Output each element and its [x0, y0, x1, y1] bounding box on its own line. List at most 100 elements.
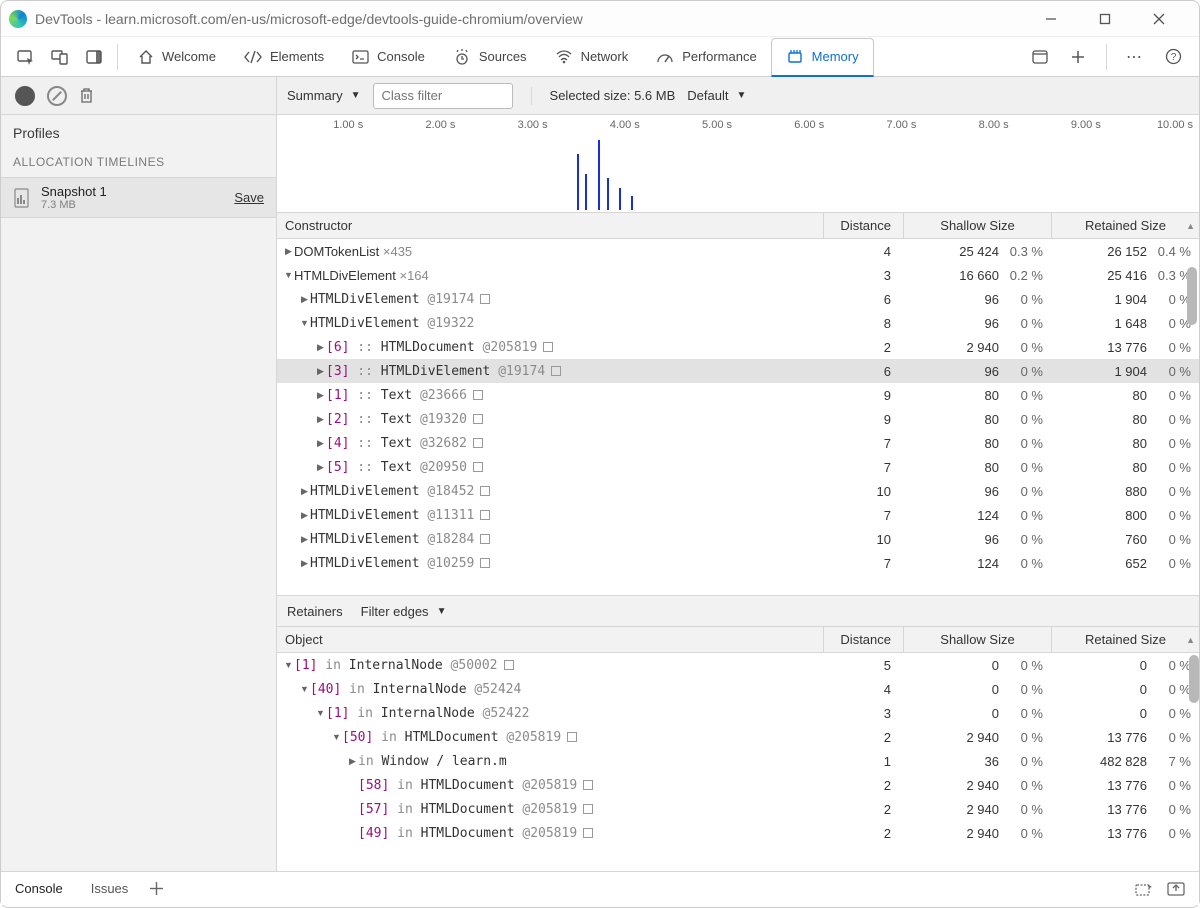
- pin-checkbox[interactable]: [583, 828, 593, 838]
- table-row[interactable]: [49] in HTMLDocument @20581922 9400 %13 …: [277, 821, 1199, 845]
- expand-toggle-icon[interactable]: ▶: [299, 294, 310, 305]
- delete-profile-button[interactable]: [79, 87, 94, 104]
- allocation-timeline[interactable]: 1.00 s2.00 s3.00 s4.00 s5.00 s6.00 s7.00…: [277, 115, 1199, 213]
- expand-toggle-icon[interactable]: ▶: [283, 246, 294, 257]
- pin-checkbox[interactable]: [543, 342, 553, 352]
- more-tabs-button[interactable]: [1062, 43, 1094, 71]
- table-row[interactable]: ▶HTMLDivElement @1828410960 %7600 %: [277, 527, 1199, 551]
- toggle-drawer-icon[interactable]: [1024, 43, 1056, 71]
- pin-checkbox[interactable]: [567, 732, 577, 742]
- filter-edges-dropdown[interactable]: Filter edges ▼: [361, 604, 447, 619]
- col-shallow-size[interactable]: Shallow Size: [903, 213, 1051, 238]
- pin-checkbox[interactable]: [551, 366, 561, 376]
- table-row[interactable]: ▶[1] :: Text @236669800 %800 %: [277, 383, 1199, 407]
- record-button[interactable]: [15, 86, 35, 106]
- tab-memory[interactable]: Memory: [771, 38, 874, 77]
- expand-toggle-icon[interactable]: ▼: [283, 270, 294, 280]
- expand-toggle-icon[interactable]: ▶: [315, 462, 326, 473]
- expand-drawer-icon[interactable]: [1167, 882, 1185, 896]
- pin-checkbox[interactable]: [473, 438, 483, 448]
- col-constructor[interactable]: Constructor: [277, 218, 823, 233]
- scrollbar-thumb[interactable]: [1189, 655, 1199, 703]
- table-row[interactable]: ▶HTMLDivElement @1131171240 %8000 %: [277, 503, 1199, 527]
- pin-checkbox[interactable]: [473, 414, 483, 424]
- col-retained-size[interactable]: Retained Size ▲: [1051, 627, 1199, 652]
- expand-toggle-icon[interactable]: ▶: [299, 534, 310, 545]
- pin-checkbox[interactable]: [473, 390, 483, 400]
- tab-console[interactable]: Console: [338, 37, 439, 76]
- col-distance[interactable]: Distance: [823, 213, 903, 238]
- snapshot-item[interactable]: Snapshot 1 7.3 MB Save: [1, 177, 276, 218]
- pin-checkbox[interactable]: [480, 558, 490, 568]
- table-row[interactable]: ▶[4] :: Text @326827800 %800 %: [277, 431, 1199, 455]
- pin-checkbox[interactable]: [583, 780, 593, 790]
- window-close-button[interactable]: [1153, 13, 1181, 25]
- table-row[interactable]: ▶HTMLDivElement @1025971240 %6520 %: [277, 551, 1199, 575]
- col-shallow-size[interactable]: Shallow Size: [903, 627, 1051, 652]
- expand-toggle-icon[interactable]: ▼: [283, 660, 294, 670]
- add-drawer-tab-button[interactable]: [142, 870, 170, 908]
- expand-toggle-icon[interactable]: ▶: [315, 366, 326, 377]
- table-row[interactable]: ▼[50] in HTMLDocument @20581922 9400 %13…: [277, 725, 1199, 749]
- table-row[interactable]: ▶[6] :: HTMLDocument @20581922 9400 %13 …: [277, 335, 1199, 359]
- class-filter-input[interactable]: [373, 83, 513, 109]
- drawer-tab-issues[interactable]: Issues: [77, 872, 143, 905]
- default-dropdown[interactable]: Default ▼: [687, 88, 746, 103]
- window-maximize-button[interactable]: [1099, 13, 1127, 25]
- expand-toggle-icon[interactable]: ▼: [315, 708, 326, 718]
- device-toolbar-icon[interactable]: [43, 38, 77, 76]
- settings-menu-icon[interactable]: ⋯: [1119, 43, 1151, 71]
- expand-toggle-icon[interactable]: ▶: [315, 438, 326, 449]
- scrollbar-thumb[interactable]: [1187, 267, 1197, 325]
- col-object[interactable]: Object: [277, 632, 823, 647]
- tab-sources[interactable]: Sources: [439, 37, 541, 76]
- table-row[interactable]: ▼HTMLDivElement @193228960 %1 6480 %: [277, 311, 1199, 335]
- table-row[interactable]: ▶HTMLDivElement @191746960 %1 9040 %: [277, 287, 1199, 311]
- table-row[interactable]: ▼[1] in InternalNode @52422300 %00 %: [277, 701, 1199, 725]
- tab-performance[interactable]: Performance: [642, 37, 770, 76]
- window-minimize-button[interactable]: [1045, 13, 1073, 25]
- expand-toggle-icon[interactable]: ▶: [299, 558, 310, 569]
- table-row[interactable]: ▶[2] :: Text @193209800 %800 %: [277, 407, 1199, 431]
- help-icon[interactable]: ?: [1157, 43, 1189, 71]
- col-retained-size[interactable]: Retained Size ▲: [1051, 213, 1199, 238]
- expand-toggle-icon[interactable]: ▶: [299, 510, 310, 521]
- table-row[interactable]: ▶ in Window / learn.m1360 %482 8287 %: [277, 749, 1199, 773]
- table-row[interactable]: ▶[5] :: Text @209507800 %800 %: [277, 455, 1199, 479]
- expand-toggle-icon[interactable]: ▶: [315, 342, 326, 353]
- expand-toggle-icon[interactable]: ▼: [331, 732, 342, 742]
- computed-styles-icon[interactable]: [1135, 882, 1153, 896]
- view-dropdown[interactable]: Summary ▼: [287, 88, 361, 103]
- expand-toggle-icon[interactable]: ▼: [299, 684, 310, 694]
- table-row[interactable]: ▶HTMLDivElement @1845210960 %8800 %: [277, 479, 1199, 503]
- table-row[interactable]: ▼[1] in InternalNode @50002500 %00 %: [277, 653, 1199, 677]
- tab-network[interactable]: Network: [541, 37, 643, 76]
- pin-checkbox[interactable]: [504, 660, 514, 670]
- pin-checkbox[interactable]: [583, 804, 593, 814]
- pin-checkbox[interactable]: [480, 534, 490, 544]
- table-row[interactable]: ▼HTMLDivElement ×164316 6600.2 %25 4160.…: [277, 263, 1199, 287]
- constructor-table-body[interactable]: ▶DOMTokenList ×435425 4240.3 %26 1520.4 …: [277, 239, 1199, 595]
- pin-checkbox[interactable]: [480, 294, 490, 304]
- table-row[interactable]: ▶[3] :: HTMLDivElement @191746960 %1 904…: [277, 359, 1199, 383]
- expand-toggle-icon[interactable]: ▶: [315, 390, 326, 401]
- tab-elements[interactable]: Elements: [230, 37, 338, 76]
- pin-checkbox[interactable]: [473, 462, 483, 472]
- pin-checkbox[interactable]: [480, 486, 490, 496]
- retainers-table-body[interactable]: ▼[1] in InternalNode @50002500 %00 %▼[40…: [277, 653, 1199, 871]
- inspect-element-icon[interactable]: [9, 38, 43, 76]
- pin-checkbox[interactable]: [480, 510, 490, 520]
- save-snapshot-link[interactable]: Save: [234, 190, 264, 205]
- expand-toggle-icon[interactable]: ▶: [315, 414, 326, 425]
- expand-toggle-icon[interactable]: ▼: [299, 318, 310, 328]
- table-row[interactable]: ▶DOMTokenList ×435425 4240.3 %26 1520.4 …: [277, 239, 1199, 263]
- col-distance[interactable]: Distance: [823, 627, 903, 652]
- table-row[interactable]: ▼[40] in InternalNode @52424400 %00 %: [277, 677, 1199, 701]
- expand-toggle-icon[interactable]: ▶: [299, 486, 310, 497]
- table-row[interactable]: [57] in HTMLDocument @20581922 9400 %13 …: [277, 797, 1199, 821]
- dock-side-icon[interactable]: [77, 38, 111, 76]
- drawer-tab-console[interactable]: Console: [1, 872, 77, 905]
- clear-button[interactable]: [47, 86, 67, 106]
- table-row[interactable]: [58] in HTMLDocument @20581922 9400 %13 …: [277, 773, 1199, 797]
- expand-toggle-icon[interactable]: ▶: [347, 756, 358, 767]
